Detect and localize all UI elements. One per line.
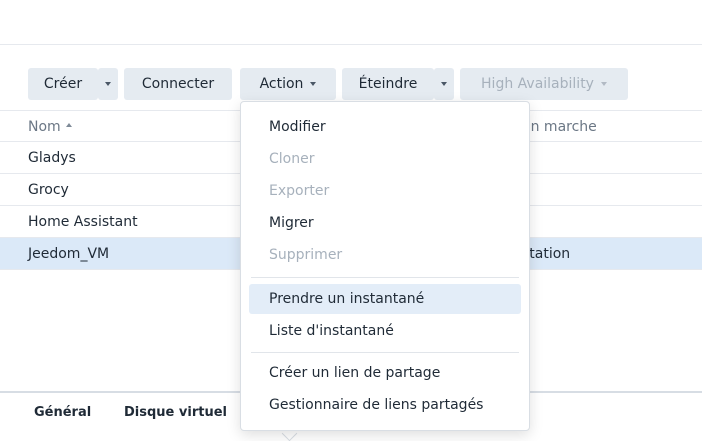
column-header-running[interactable]: en marche [522,111,597,143]
connect-button-label: Connecter [141,76,215,92]
shutdown-button-label: Éteindre [358,76,418,92]
menu-divider [251,277,519,278]
column-header-name[interactable]: Nom [28,111,72,143]
vm-name: Grocy [28,182,69,198]
tab-general[interactable]: Général [34,393,91,433]
menu-item-edit[interactable]: Modifier [249,112,521,142]
column-header-name-label: Nom [28,119,61,135]
top-divider [0,44,702,45]
menu-item-export[interactable]: Exporter [249,176,521,206]
menu-divider [251,352,519,353]
high-availability-label: High Availability [481,76,594,92]
action-button-label: Action [259,76,304,92]
connect-button[interactable]: Connecter [124,68,232,100]
sort-ascending-icon [65,123,72,127]
high-availability-button[interactable]: High Availability [460,68,628,100]
shutdown-dropdown-toggle[interactable] [434,68,454,100]
chevron-down-icon [600,82,607,86]
tab-virtual-disk[interactable]: Disque virtuel [124,393,227,433]
menu-item-take-snapshot[interactable]: Prendre un instantané [249,284,521,314]
vm-name: Home Assistant [28,214,138,230]
menu-item-shared-links-manager[interactable]: Gestionnaire de liens partagés [249,390,521,420]
create-button[interactable]: Créer [28,68,98,100]
action-dropdown-menu: Modifier Cloner Exporter Migrer Supprime… [240,101,530,431]
shutdown-button[interactable]: Éteindre [342,68,434,100]
create-dropdown-toggle[interactable] [98,68,118,100]
menu-item-snapshot-list[interactable]: Liste d'instantané [249,316,521,346]
vm-name: Jeedom_VM [28,246,110,262]
menu-item-delete[interactable]: Supprimer [249,240,521,270]
chevron-down-icon [441,82,447,86]
menu-item-create-share-link[interactable]: Créer un lien de partage [249,358,521,388]
vm-name: Gladys [28,150,76,166]
chevron-down-icon [105,82,111,86]
create-button-label: Créer [43,76,83,92]
menu-item-migrate[interactable]: Migrer [249,208,521,238]
action-button[interactable]: Action [240,68,336,100]
menu-item-clone[interactable]: Cloner [249,144,521,174]
chevron-down-icon [310,82,317,86]
